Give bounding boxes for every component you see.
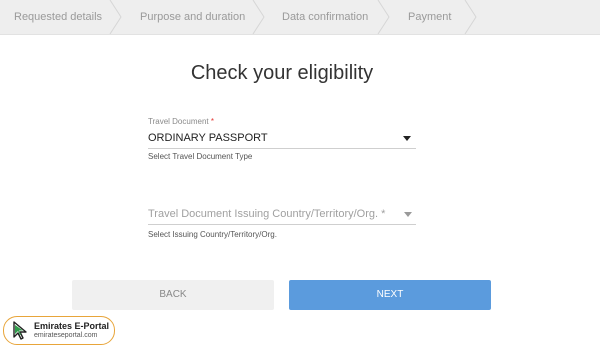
watermark-logo: Emirates E-Portal emirateseportal.com — [3, 316, 115, 345]
chevron-right-icon — [377, 0, 391, 34]
logo-title: Emirates E-Portal — [34, 321, 110, 331]
logo-subtitle: emirateseportal.com — [34, 332, 98, 339]
travel-document-value: ORDINARY PASSPORT — [148, 132, 268, 144]
travel-document-label: Travel Document * — [148, 117, 214, 126]
chevron-right-icon — [109, 0, 123, 34]
step-label: Purpose and duration — [140, 11, 246, 23]
step-data-confirmation[interactable]: Data confirmation — [282, 0, 368, 34]
step-requested-details[interactable]: Requested details — [14, 0, 102, 34]
travel-document-helper: Select Travel Document Type — [148, 152, 253, 161]
dropdown-arrow-icon — [404, 212, 412, 217]
next-button[interactable]: NEXT — [289, 280, 491, 310]
cursor-arrow-icon — [12, 321, 28, 345]
travel-document-select[interactable]: ORDINARY PASSPORT — [148, 130, 416, 149]
dropdown-arrow-icon — [403, 136, 411, 141]
issuing-country-select[interactable]: Travel Document Issuing Country/Territor… — [148, 206, 416, 225]
back-button[interactable]: BACK — [72, 280, 274, 310]
step-payment[interactable]: Payment — [408, 0, 451, 34]
page-title: Check your eligibility — [190, 62, 374, 84]
step-label: Data confirmation — [282, 11, 369, 23]
step-label: Requested details — [14, 11, 103, 23]
step-label: Payment — [408, 11, 452, 23]
step-purpose-duration[interactable]: Purpose and duration — [140, 0, 245, 34]
issuing-country-helper: Select Issuing Country/Territory/Org. — [148, 230, 277, 239]
progress-stepper: Requested details Purpose and duration D… — [0, 0, 600, 35]
chevron-right-icon — [464, 0, 478, 34]
required-mark: * — [210, 117, 214, 126]
label-text: Travel Document — [148, 117, 209, 126]
chevron-right-icon — [252, 0, 266, 34]
issuing-country-placeholder: Travel Document Issuing Country/Territor… — [148, 208, 386, 220]
